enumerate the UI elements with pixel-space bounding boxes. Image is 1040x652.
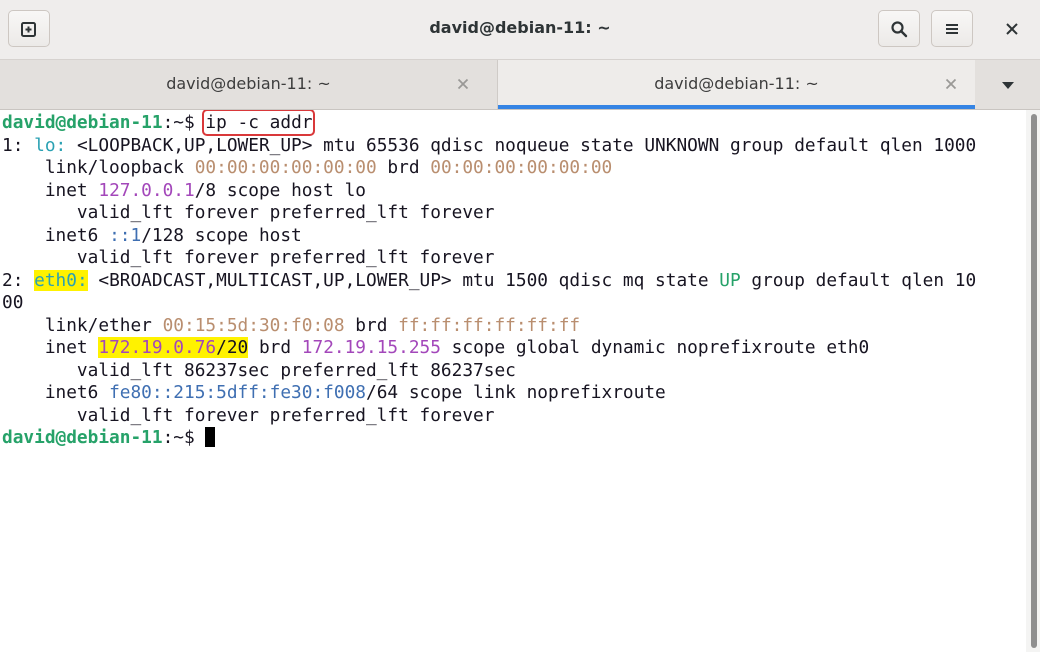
iface-state: UP [719, 269, 741, 291]
terminal-line: valid_lft forever preferred_lft forever [2, 404, 495, 426]
search-button[interactable] [878, 10, 920, 47]
terminal-line: valid_lft forever preferred_lft forever [2, 202, 495, 223]
tab-list-dropdown-button[interactable] [975, 60, 1040, 109]
window-close-button[interactable] [992, 10, 1032, 47]
text: /128 scope host [141, 224, 302, 246]
new-tab-icon [21, 21, 36, 37]
text: link/ether [2, 314, 163, 336]
tab-1[interactable]: david@debian-11: ~ [0, 60, 498, 109]
hamburger-menu-icon [946, 23, 958, 34]
terminal-line: link/ether 00:15:5d:30:f0:08 brd ff:ff:f… [2, 315, 580, 337]
text: scope global dynamic noprefixroute eth0 [440, 337, 870, 358]
iface-number: 2: [2, 269, 35, 291]
text: inet [2, 337, 99, 358]
chevron-down-icon [1001, 81, 1014, 89]
ipv6-address: ::1 [109, 224, 142, 246]
header-bar: david@debian-11: ~ [0, 0, 1040, 60]
terminal-output[interactable]: david@debian-11:~$ ip -c addr 1: lo: <LO… [0, 110, 1026, 652]
text: brd [376, 157, 431, 178]
text: brd [248, 337, 302, 358]
scrollbar-thumb[interactable] [1031, 114, 1037, 648]
text: inet6 [2, 224, 110, 246]
text: /64 scope link noprefixroute [366, 382, 666, 403]
tab-bar: david@debian-11: ~ david@debian-11: ~ [0, 60, 1040, 110]
terminal-line: link/loopback 00:00:00:00:00:00 brd 00:0… [2, 157, 612, 179]
prompt-suffix: :~$ [162, 427, 206, 448]
tab-close-button[interactable] [941, 74, 961, 94]
terminal-line: inet6 ::1/128 scope host [2, 225, 302, 247]
text: group default qlen 10 [740, 269, 977, 291]
text: /8 scope host lo [194, 179, 367, 201]
broadcast-address: 172.19.15.255 [301, 337, 441, 358]
mac-address: 00:15:5d:30:f0:08 [162, 314, 345, 336]
iface-flags: <LOOPBACK,UP,LOWER_UP> mtu 65536 qdisc n… [66, 134, 977, 156]
new-tab-button[interactable] [8, 10, 50, 47]
ipv6-address: fe80::215:5dff:fe30:f008 [109, 382, 366, 403]
mac-address: 00:00:00:00:00:00 [194, 157, 377, 178]
prompt-suffix: :~$ [162, 112, 206, 133]
terminal-line: valid_lft 86237sec preferred_lft 86237se… [2, 359, 516, 381]
terminal-line: inet 172.19.0.76/20 brd 172.19.15.255 sc… [2, 337, 869, 359]
terminal-line: 00 [2, 292, 24, 313]
tab-label: david@debian-11: ~ [166, 74, 331, 93]
iface-number: 1: [2, 134, 35, 156]
iface-name: lo: [34, 134, 67, 156]
broadcast-mac: 00:00:00:00:00:00 [430, 157, 613, 178]
menu-button[interactable] [931, 10, 973, 47]
search-icon [891, 20, 908, 37]
command-text: ip -c addr [202, 110, 316, 136]
iface-flags: <BROADCAST,MULTICAST,UP,LOWER_UP> mtu 15… [87, 269, 720, 291]
terminal-line: david@debian-11:~$ [2, 427, 216, 449]
text: inet [2, 179, 99, 201]
tab-label: david@debian-11: ~ [654, 74, 819, 93]
close-icon [457, 78, 469, 90]
iface-name-highlighted: eth0: [34, 269, 88, 291]
terminal-line: david@debian-11:~$ ip -c addr [2, 110, 316, 136]
broadcast-mac: ff:ff:ff:ff:ff:ff [398, 314, 581, 336]
text: brd [344, 314, 399, 336]
text: inet6 [2, 382, 110, 403]
netmask-highlighted: /20 [216, 337, 249, 358]
tab-close-button[interactable] [453, 74, 473, 94]
window-title: david@debian-11: ~ [429, 18, 611, 37]
tab-2-active[interactable]: david@debian-11: ~ [498, 60, 975, 109]
terminal-scrollbar[interactable] [1026, 110, 1040, 652]
terminal-line: inet6 fe80::215:5dff:fe30:f008/64 scope … [2, 382, 666, 404]
ipv4-address: 127.0.0.1 [98, 179, 195, 201]
prompt: david@debian-11 [2, 112, 163, 133]
text: link/loopback [2, 157, 195, 178]
terminal-line: valid_lft forever preferred_lft forever [2, 247, 495, 268]
terminal-line: 1: lo: <LOOPBACK,UP,LOWER_UP> mtu 65536 … [2, 135, 976, 157]
prompt: david@debian-11 [2, 427, 163, 448]
ipv4-address-highlighted: 172.19.0.76 [98, 337, 217, 358]
terminal-line: 2: eth0: <BROADCAST,MULTICAST,UP,LOWER_U… [2, 269, 977, 292]
close-icon [945, 78, 957, 90]
text-cursor [205, 427, 216, 447]
terminal-line: inet 127.0.0.1/8 scope host lo [2, 180, 366, 202]
close-icon [1006, 22, 1018, 35]
